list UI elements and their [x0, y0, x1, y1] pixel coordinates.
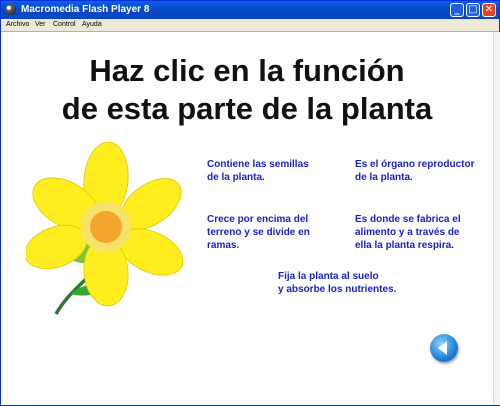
menu-archivo[interactable]: Archivo — [6, 21, 29, 29]
close-button[interactable]: ✕ — [482, 3, 496, 17]
title-line-2: de esta parte de la planta — [61, 91, 433, 126]
menu-control[interactable]: Control — [53, 21, 76, 29]
option-text-line: Fija la planta al suelo — [278, 271, 379, 282]
option-semillas[interactable]: Contiene las semillas de la planta. — [207, 158, 309, 184]
flower-illustration — [26, 142, 184, 315]
minimize-button[interactable]: _ — [450, 3, 464, 17]
window-title: Macromedia Flash Player 8 — [21, 4, 150, 15]
option-text-line: ramas. — [207, 240, 240, 251]
option-text-line: de la planta. — [207, 172, 265, 183]
option-organo-reproductor[interactable]: Es el órgano reproductor de la planta. — [355, 158, 474, 184]
menu-ver[interactable]: Ver — [35, 21, 46, 29]
option-raiz[interactable]: Fija la planta al suelo y absorbe los nu… — [278, 270, 396, 296]
window-edge — [493, 32, 500, 405]
option-text-line: Es donde se fabrica el — [355, 214, 461, 225]
option-hoja[interactable]: Es donde se fabrica el alimento y a trav… — [355, 213, 461, 252]
menu-ayuda[interactable]: Ayuda — [82, 21, 102, 29]
flash-player-window: Macromedia Flash Player 8 _ □ ✕ Archivo … — [0, 0, 500, 406]
back-arrow-icon — [438, 341, 447, 355]
option-text-line: Es el órgano reproductor — [355, 159, 475, 170]
page-title: Haz clic en la función de esta parte de … — [25, 52, 469, 128]
option-text-line: Contiene las semillas — [207, 159, 309, 170]
flash-stage: Haz clic en la función de esta parte de … — [1, 32, 493, 405]
menu-bar: Archivo Ver Control Ayuda — [1, 19, 499, 32]
option-text-line: y absorbe los nutrientes. — [278, 284, 397, 295]
option-text-line: Crece por encima del — [207, 214, 309, 225]
title-bar: Macromedia Flash Player 8 _ □ ✕ — [1, 1, 499, 19]
flash-player-icon — [5, 4, 16, 15]
back-button[interactable] — [430, 334, 458, 362]
title-line-1: Haz clic en la función — [89, 53, 405, 88]
option-tallo[interactable]: Crece por encima del terreno y se divide… — [207, 213, 310, 252]
option-text-line: terreno y se divide en — [207, 227, 310, 238]
option-text-line: alimento y a través de — [355, 227, 460, 238]
option-text-line: de la planta. — [355, 172, 413, 183]
maximize-button[interactable]: □ — [466, 3, 480, 17]
option-text-line: ella la planta respira. — [355, 240, 454, 251]
